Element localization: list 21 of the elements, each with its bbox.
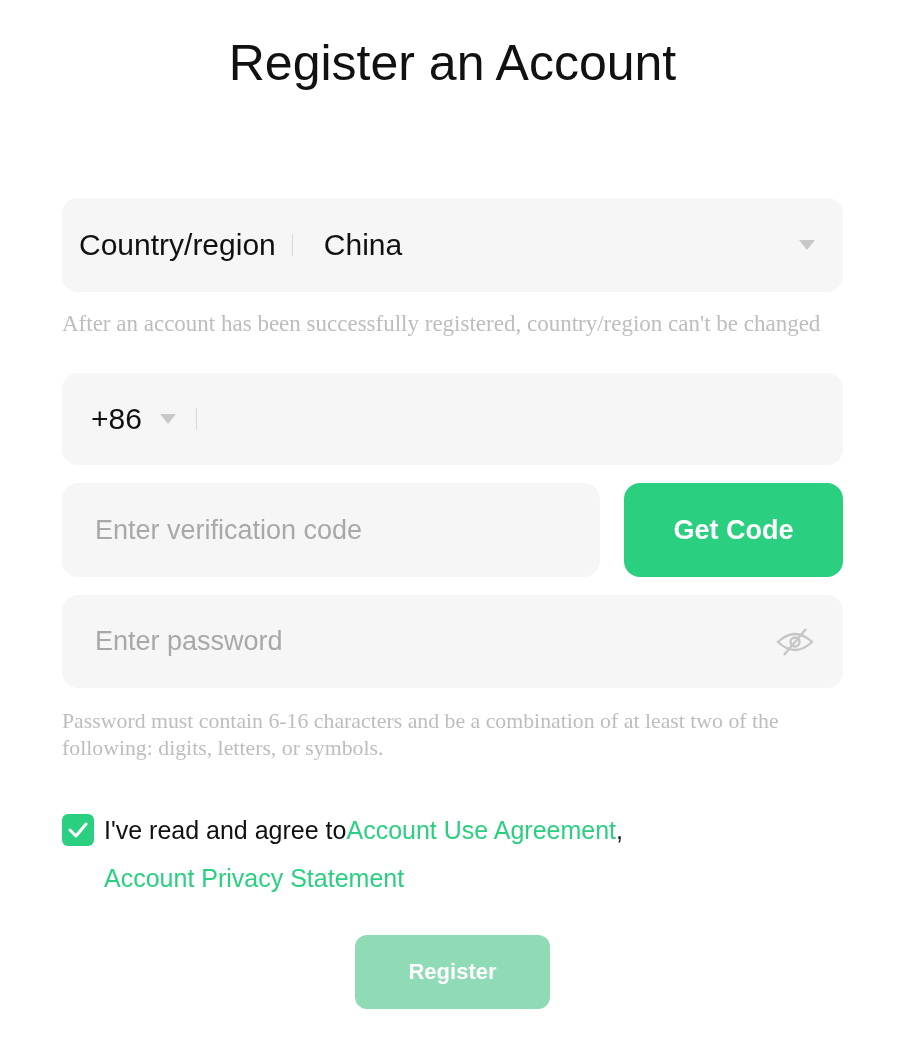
eye-slash-icon[interactable] xyxy=(775,626,815,657)
agreement-link[interactable]: Account Use Agreement xyxy=(346,816,617,844)
agreement-checkbox[interactable] xyxy=(62,814,94,846)
phone-field[interactable]: +86 xyxy=(62,373,843,465)
checkmark-icon xyxy=(68,822,88,838)
dropdown-caret-icon xyxy=(799,240,815,250)
verification-code-input[interactable]: Enter verification code xyxy=(93,513,572,547)
page-title: Register an Account xyxy=(227,34,678,93)
caret-icon xyxy=(159,414,176,424)
password-input[interactable]: Enter password xyxy=(93,625,775,658)
agreement-text: I've read and agree toAccount Use Agreement, Account Privacy Statement xyxy=(104,815,624,894)
verification-code-field[interactable]: Enter verification code xyxy=(62,483,600,577)
get-code-button[interactable]: Get Code xyxy=(624,483,843,577)
password-field[interactable]: Enter password xyxy=(62,595,843,688)
country-code[interactable]: +86 xyxy=(91,402,142,436)
password-hint: Password must contain 6-16 characters and be a combination of at least two of the following: digits, letters, or symbols. xyxy=(62,708,780,762)
country-label: Country/region xyxy=(79,228,276,262)
country-value: China xyxy=(323,228,404,262)
country-select[interactable]: Country/region China xyxy=(62,198,843,292)
agreement-link[interactable]: Account Privacy Statement xyxy=(104,864,405,892)
country-hint: After an account has been successfully registered, country/region can't be changed xyxy=(62,310,822,337)
